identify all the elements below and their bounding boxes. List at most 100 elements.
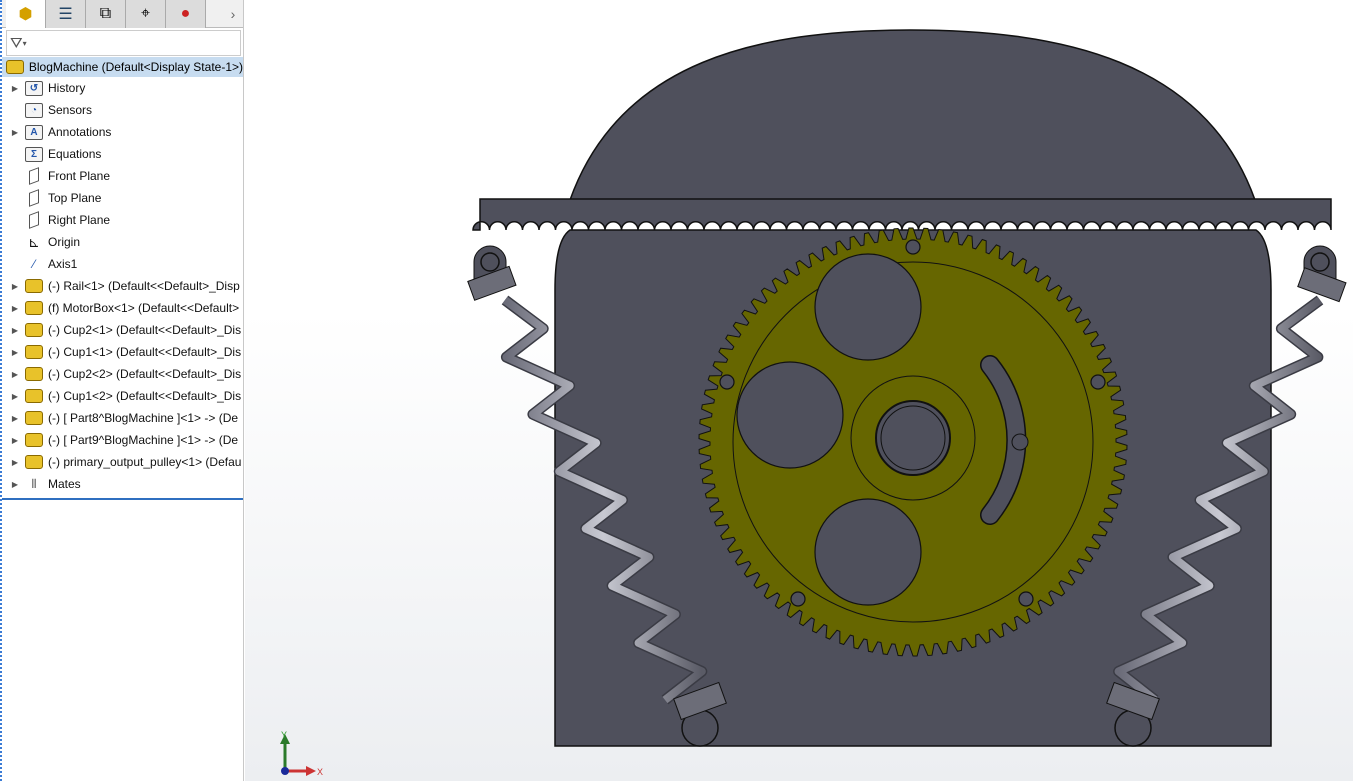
tree-item-label: Annotations — [48, 125, 112, 139]
annotations-folder-icon: A — [24, 123, 44, 141]
tree-root[interactable]: BlogMachine (Default<Display State-1>) — [2, 57, 243, 77]
plane-icon — [24, 189, 44, 207]
history-folder-icon: ↺ — [24, 79, 44, 97]
tree-item[interactable]: ▶ (-) Cup1<2> (Default<<Default>_Dis — [2, 385, 243, 407]
part-icon — [24, 277, 44, 295]
bolt-hole — [905, 239, 921, 255]
tree-item[interactable]: ▶ (-) primary_output_pulley<1> (Defau — [2, 451, 243, 473]
tree-item[interactable]: ▶ ↺ History — [2, 77, 243, 99]
expand-arrow[interactable]: ▶ — [2, 414, 24, 423]
funnel-icon: ⛛ — [10, 34, 23, 52]
tree-item[interactable]: ▶ (-) Cup2<2> (Default<<Default>_Dis — [2, 363, 243, 385]
slot-pin — [1011, 433, 1029, 451]
graphics-area[interactable]: Y X — [245, 0, 1353, 781]
part-icon — [24, 453, 44, 471]
expand-arrow[interactable]: ▶ — [2, 128, 24, 137]
tree-item-label: History — [48, 81, 86, 95]
bore — [875, 400, 951, 476]
tree-item[interactable]: ⁄ Axis1 — [2, 253, 243, 275]
mates-icon: ⫴ — [31, 476, 37, 491]
lightening-hole — [814, 498, 922, 606]
y-axis-label: Y — [281, 730, 287, 740]
rail — [472, 198, 1332, 231]
part-icon — [24, 343, 44, 361]
tree-item[interactable]: ▶ (-) Cup2<1> (Default<<Default>_Dis — [2, 319, 243, 341]
tab-display-manager[interactable]: ● — [166, 0, 206, 28]
bolt-hole — [790, 591, 806, 607]
tab-configuration-manager[interactable]: ⧉ — [86, 0, 126, 28]
tree-item[interactable]: Front Plane — [2, 165, 243, 187]
tree-item[interactable]: ⊾ Origin — [2, 231, 243, 253]
tree-item[interactable]: Right Plane — [2, 209, 243, 231]
expand-arrow[interactable]: ▶ — [2, 282, 24, 291]
tree-item-label: (-) primary_output_pulley<1> (Defau — [48, 455, 242, 469]
assembly-icon — [6, 60, 24, 74]
tree-item-label: Origin — [48, 235, 81, 249]
sensors-folder-icon: ◔ — [24, 101, 44, 119]
tree-item-label: (-) Cup2<2> (Default<<Default>_Dis — [48, 367, 242, 381]
expand-arrow[interactable]: ▶ — [2, 370, 24, 379]
tree-item[interactable]: ▶ ⫴ Mates — [2, 473, 243, 495]
root-label: BlogMachine (Default<Display State-1>) — [28, 60, 243, 74]
expand-arrow[interactable]: ▶ — [2, 392, 24, 401]
tree-item-label: (-) [ Part9^BlogMachine ]<1> -> (De — [48, 433, 239, 447]
expand-arrow[interactable]: ▶ — [2, 304, 24, 313]
expand-arrow[interactable]: ▶ — [2, 436, 24, 445]
part-icon — [24, 365, 44, 383]
tree-item-label: Axis1 — [48, 257, 78, 271]
tree-item-label: Equations — [48, 147, 102, 161]
config-tree-icon: ⧉ — [99, 5, 112, 22]
property-list-icon: ☰ — [58, 6, 73, 23]
tree-item[interactable]: ▶ (-) [ Part9^BlogMachine ]<1> -> (De — [2, 429, 243, 451]
part-icon — [24, 299, 44, 317]
origin-icon: ⊾ — [28, 233, 40, 250]
tab-property-manager[interactable]: ☰ — [46, 0, 86, 28]
lightening-hole — [814, 253, 922, 361]
tree-item[interactable]: ▶ (-) Rail<1> (Default<<Default>_Disp — [2, 275, 243, 297]
part-icon — [24, 409, 44, 427]
triad: Y X — [280, 730, 323, 777]
chevron-right-icon[interactable]: › — [223, 0, 243, 27]
model-viewport[interactable]: Y X — [245, 0, 1353, 781]
pivot-pin — [480, 252, 500, 272]
x-axis-label: X — [317, 767, 323, 777]
axis-icon: ⁄ — [32, 257, 35, 271]
tree-item-label: Mates — [48, 477, 81, 491]
lightening-hole — [736, 361, 844, 469]
part-icon — [24, 431, 44, 449]
expand-arrow[interactable]: ▶ — [2, 458, 24, 467]
tree-item[interactable]: ▶ (-) [ Part8^BlogMachine ]<1> -> (De — [2, 407, 243, 429]
tree-item[interactable]: ▶ (f) MotorBox<1> (Default<<Default> — [2, 297, 243, 319]
expand-arrow[interactable]: ▶ — [2, 348, 24, 357]
tree-item-label: (-) Rail<1> (Default<<Default>_Disp — [48, 279, 240, 293]
panel-tabs: ⬢ ☰ ⧉ ⌖ ● › — [2, 0, 243, 28]
rollback-bar[interactable] — [2, 498, 243, 500]
equations-folder-icon: Σ — [24, 145, 44, 163]
plane-icon — [24, 211, 44, 229]
tree-item-label: (-) Cup1<1> (Default<<Default>_Dis — [48, 345, 242, 359]
tree-item-label: (f) MotorBox<1> (Default<<Default> — [48, 301, 240, 315]
tree-item[interactable]: ▶ (-) Cup1<1> (Default<<Default>_Dis — [2, 341, 243, 363]
filter-button[interactable]: ⛛ ▾ — [6, 30, 241, 56]
tree-item[interactable]: ▶ A Annotations — [2, 121, 243, 143]
rail-rack — [472, 198, 1332, 231]
tree-item-label: Right Plane — [48, 213, 111, 227]
tab-feature-manager[interactable]: ⬢ — [6, 0, 46, 28]
tree-item[interactable]: Σ Equations — [2, 143, 243, 165]
expand-arrow[interactable]: ▶ — [2, 84, 24, 93]
tab-dimxpert[interactable]: ⌖ — [126, 0, 166, 28]
plane-icon — [24, 167, 44, 185]
expand-arrow[interactable]: ▶ — [2, 326, 24, 335]
tree-item[interactable]: ◔ Sensors — [2, 99, 243, 121]
tree-item-label: Top Plane — [48, 191, 102, 205]
tree-item-label: (-) Cup1<2> (Default<<Default>_Dis — [48, 389, 242, 403]
expand-arrow[interactable]: ▶ — [2, 480, 24, 489]
tree-item[interactable]: Top Plane — [2, 187, 243, 209]
pivot-pin — [1310, 252, 1330, 272]
tree-item-label: Front Plane — [48, 169, 111, 183]
bolt-hole — [1018, 591, 1034, 607]
tree-item-label: (-) [ Part8^BlogMachine ]<1> -> (De — [48, 411, 239, 425]
part-icon — [24, 321, 44, 339]
color-wheel-icon: ● — [180, 5, 191, 22]
tree-item-label: Sensors — [48, 103, 93, 117]
